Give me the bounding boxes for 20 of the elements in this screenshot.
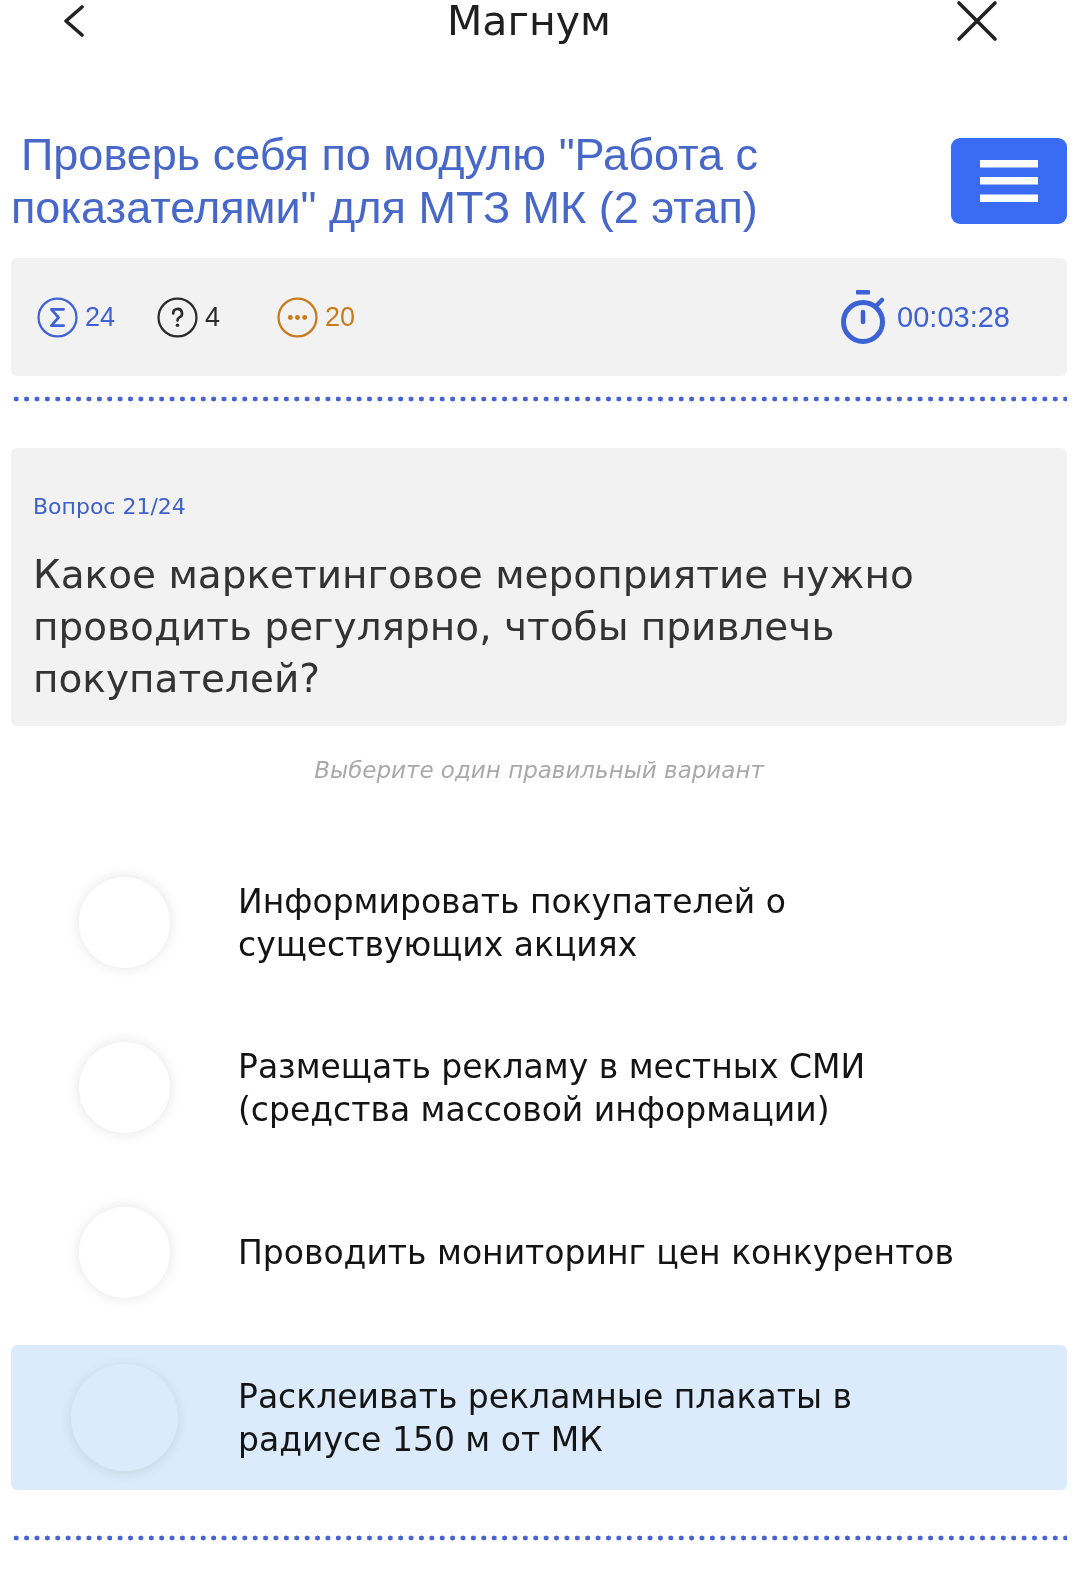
question-counter: Вопрос 21/24 bbox=[33, 493, 187, 521]
option-text: Размещать рекламу в местных СМИ (средства массовой информации) bbox=[238, 1045, 867, 1131]
menu-button[interactable] bbox=[951, 138, 1067, 224]
quiz-title: Проверь себя по модулю "Работа с показателями" для МТЗ МК (2 этап) bbox=[11, 128, 760, 234]
timer-text: 00:03:28 bbox=[897, 300, 1010, 334]
stat-count: 4 bbox=[205, 301, 221, 333]
app-title: Магнум bbox=[446, 0, 611, 42]
stat-count: 24 bbox=[85, 301, 116, 333]
close-icon bbox=[956, 0, 998, 42]
stat-count: 20 bbox=[325, 301, 356, 333]
answer-option[interactable]: Проводить мониторинг цен конкурентов bbox=[11, 1180, 1067, 1325]
question-text: Какое маркетинговое мероприятие нужно проводить регулярно, чтобы привлечь покупателей? bbox=[33, 551, 915, 703]
answer-option[interactable]: Размещать рекламу в местных СМИ (средства массовой информации) bbox=[11, 1015, 1067, 1160]
option-text: Информировать покупателей о существующих акциях bbox=[238, 880, 787, 966]
option-text: Проводить мониторинг цен конкурентов bbox=[238, 1232, 955, 1274]
answer-option[interactable]: Расклеивать рекламные плакаты в радиусе 150 м от МК bbox=[11, 1345, 1067, 1490]
menu-icon bbox=[980, 160, 1038, 202]
option-text: Расклеивать рекламные плакаты в радиусе 150 м от МК bbox=[238, 1375, 853, 1461]
instruction-text: Выберите один правильный вариант bbox=[313, 756, 766, 785]
answer-option[interactable]: Информировать покупателей о существующих акциях bbox=[11, 850, 1067, 995]
